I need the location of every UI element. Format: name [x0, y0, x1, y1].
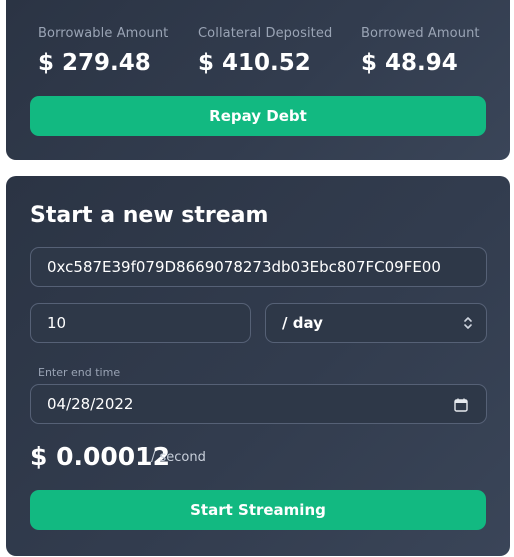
stream-rate-value: $ 0.00012	[30, 442, 170, 471]
collateral-stat: Collateral Deposited $ 410.52	[198, 26, 332, 76]
calendar-icon[interactable]	[454, 398, 468, 412]
stream-rate-unit: / second	[151, 450, 206, 465]
period-select[interactable]: / day	[265, 303, 487, 343]
collateral-label: Collateral Deposited	[198, 26, 333, 41]
borrowed-stat: Borrowed Amount $ 48.94	[361, 26, 480, 76]
start-streaming-button[interactable]: Start Streaming	[30, 490, 486, 530]
borrowable-label: Borrowable Amount	[38, 26, 169, 41]
chevron-up-down-icon	[464, 317, 472, 329]
repay-debt-button[interactable]: Repay Debt	[30, 96, 486, 136]
stream-card: Start a new stream 0xc587E39f079D8669078…	[6, 176, 510, 556]
collateral-value: $ 410.52	[198, 50, 311, 76]
borrowed-value: $ 48.94	[361, 50, 458, 76]
amount-input[interactable]: 10	[30, 303, 251, 343]
stream-title: Start a new stream	[30, 203, 269, 228]
borrowable-value: $ 279.48	[38, 50, 151, 76]
recipient-address-value: 0xc587E39f079D8669078273db03Ebc807FC09FE…	[47, 258, 441, 276]
borrowable-stat: Borrowable Amount $ 279.48	[38, 26, 168, 76]
stats-card: Borrowable Amount $ 279.48 Collateral De…	[6, 0, 510, 160]
end-time-label: Enter end time	[38, 366, 121, 379]
end-time-value: 04/28/2022	[47, 395, 134, 413]
borrowed-label: Borrowed Amount	[361, 26, 480, 41]
amount-value: 10	[47, 314, 67, 332]
period-selected-value: / day	[282, 314, 323, 332]
end-time-input[interactable]: 04/28/2022	[30, 384, 487, 424]
recipient-address-input[interactable]: 0xc587E39f079D8669078273db03Ebc807FC09FE…	[30, 247, 487, 287]
